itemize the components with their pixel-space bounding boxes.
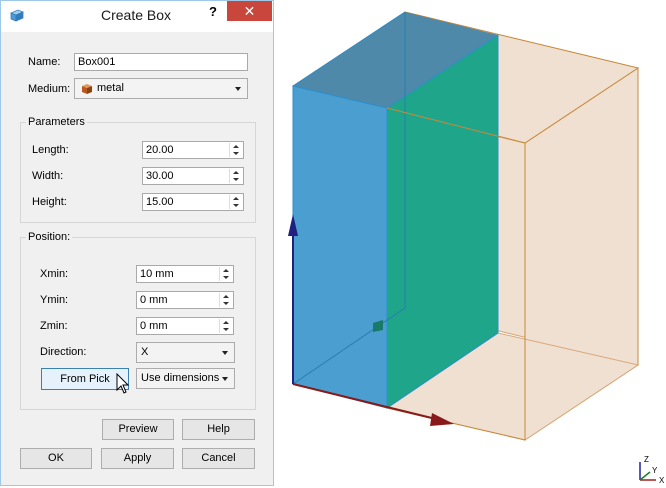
zmin-spinner[interactable] <box>219 319 232 333</box>
width-spinner[interactable] <box>229 169 242 183</box>
spin-up-icon[interactable] <box>223 295 229 298</box>
spin-up-icon[interactable] <box>223 321 229 324</box>
help-button[interactable]: Help <box>182 419 255 440</box>
ymin-spinner[interactable] <box>219 293 232 307</box>
cancel-button[interactable]: Cancel <box>182 448 255 469</box>
axis-z-label: Z <box>644 455 649 464</box>
mouse-cursor-icon <box>116 373 130 394</box>
axis-triad-icon: Z Y X <box>639 455 665 485</box>
direction-label: Direction: <box>40 346 87 358</box>
position-title: Position: <box>26 231 73 243</box>
zmin-value: 0 mm <box>140 320 168 332</box>
length-field[interactable]: 20.00 <box>142 141 244 159</box>
length-label: Length: <box>32 144 69 156</box>
selected-front-face <box>292 85 388 409</box>
xmin-spinner[interactable] <box>219 267 232 281</box>
spin-down-icon[interactable] <box>233 152 239 155</box>
zmin-field[interactable]: 0 mm <box>136 317 234 335</box>
xmin-label: Xmin: <box>40 268 69 280</box>
width-field[interactable]: 30.00 <box>142 167 244 185</box>
mode-select[interactable]: Use dimensions <box>136 368 235 389</box>
apply-button[interactable]: Apply <box>101 448 174 469</box>
direction-select[interactable]: X <box>136 342 235 363</box>
height-value: 15.00 <box>146 196 174 208</box>
medium-value: metal <box>97 82 124 94</box>
app-box-icon <box>10 9 24 22</box>
spin-down-icon[interactable] <box>233 178 239 181</box>
metal-material-icon <box>82 84 92 94</box>
chevron-down-icon <box>222 351 228 355</box>
spin-down-icon[interactable] <box>223 328 229 331</box>
spin-up-icon[interactable] <box>233 171 239 174</box>
length-value: 20.00 <box>146 144 174 156</box>
close-button[interactable]: ✕ <box>227 1 272 21</box>
height-spinner[interactable] <box>229 195 242 209</box>
title-bar[interactable]: Create Box ? ✕ <box>1 1 273 32</box>
direction-value: X <box>141 346 149 358</box>
chevron-down-icon <box>235 87 241 91</box>
ymin-value: 0 mm <box>140 294 168 306</box>
dialog-title: Create Box <box>100 7 172 23</box>
help-title-button[interactable]: ? <box>199 2 227 22</box>
xmin-value: 10 mm <box>140 268 174 280</box>
ymin-label: Ymin: <box>40 294 69 306</box>
mode-value: Use dimensions <box>141 372 220 384</box>
spin-down-icon[interactable] <box>223 276 229 279</box>
ymin-field[interactable]: 0 mm <box>136 291 234 309</box>
ok-button[interactable]: OK <box>20 448 92 469</box>
name-label: Name: <box>28 56 61 68</box>
preview-button[interactable]: Preview <box>102 419 174 440</box>
3d-viewport[interactable]: Z Y X <box>276 0 666 488</box>
axis-y-label: Y <box>652 466 658 475</box>
spin-up-icon[interactable] <box>223 269 229 272</box>
height-field[interactable]: 15.00 <box>142 193 244 211</box>
xmin-field[interactable]: 10 mm <box>136 265 234 283</box>
zmin-label: Zmin: <box>40 320 68 332</box>
spin-down-icon[interactable] <box>233 204 239 207</box>
create-box-dialog: Create Box ? ✕ Name: Box001 Medium: meta… <box>0 0 274 486</box>
spin-up-icon[interactable] <box>233 145 239 148</box>
medium-label: Medium: <box>28 83 71 95</box>
width-value: 30.00 <box>146 170 174 182</box>
axis-x-label: X <box>659 476 665 485</box>
height-label: Height: <box>32 196 67 208</box>
length-spinner[interactable] <box>229 143 242 157</box>
name-field[interactable]: Box001 <box>74 53 248 71</box>
spin-up-icon[interactable] <box>233 197 239 200</box>
width-label: Width: <box>32 170 64 182</box>
medium-select[interactable]: metal <box>74 78 248 99</box>
parameters-title: Parameters <box>26 116 87 128</box>
spin-down-icon[interactable] <box>223 302 229 305</box>
chevron-down-icon <box>222 377 228 381</box>
